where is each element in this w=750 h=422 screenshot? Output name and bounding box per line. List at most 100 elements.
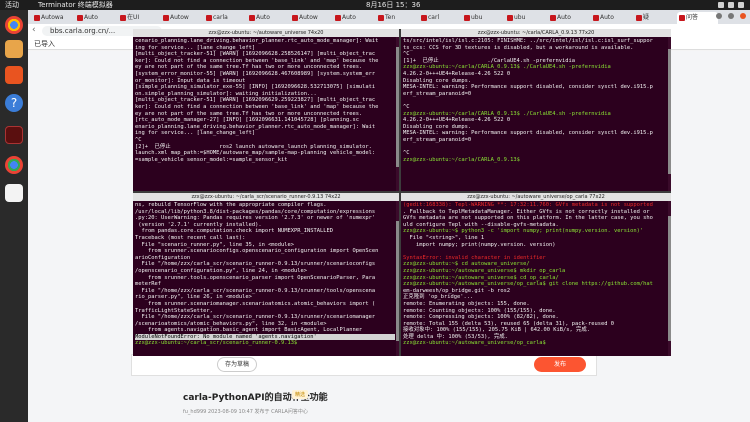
tab-label: Autow xyxy=(170,14,189,21)
chrome-dock-icon-2[interactable] xyxy=(5,156,23,174)
help-dock-icon[interactable]: ? xyxy=(5,94,23,112)
terminal-line: [multi_object_tracker-51] [WARN] [169209… xyxy=(135,51,376,58)
terminal-line: ts/src/intel/isl/isl.c:2105: FINISHME: .… xyxy=(403,38,653,44)
window-controls xyxy=(716,13,746,19)
terminal-line: uld configure Tepl with --disable-gvfs-m… xyxy=(403,221,559,228)
terminal-line: zzx@zzx-ubuntu:~/carla/CARLA_0.9.13$ ./C… xyxy=(403,64,611,71)
browser-tab[interactable]: carl xyxy=(419,12,460,24)
terminal-line: File "<string>", line 1 xyxy=(403,234,485,241)
terminal-line: cenario_planning.lane_driving.behavior_p… xyxy=(135,38,379,44)
terminal-line: MESA-INTEL: warning: Performance support… xyxy=(403,84,653,91)
maximize-icon[interactable] xyxy=(728,13,734,19)
terminal-line: from srunner.scenariomanager.scenarioato… xyxy=(135,300,376,307)
browser-tab[interactable]: Autow xyxy=(161,12,202,24)
browser-tab[interactable]: Auto xyxy=(333,12,374,24)
terminal-line: ns, rebuild TensorFlow with the appropri… xyxy=(135,202,327,208)
terminal-line: SyntaxError: invalid character in identi… xyxy=(403,254,546,261)
terminal-line: 4.26.2-0+++UE4+Release-4.26 522 0 xyxy=(403,70,511,77)
browser-tab[interactable]: Auto xyxy=(75,12,116,24)
terminal-pane-top-right[interactable]: zzx@zzx-ubuntu: ~/carla/CARLA_0.9.13 77x… xyxy=(401,29,671,191)
scrollbar[interactable] xyxy=(396,201,399,356)
scrollbar[interactable] xyxy=(396,37,399,191)
editor-action-bar xyxy=(131,354,597,376)
browser-tab[interactable]: Ten xyxy=(376,12,417,24)
scrollbar[interactable] xyxy=(668,37,671,191)
scrollbar[interactable] xyxy=(668,201,671,356)
tab-label: carla xyxy=(213,14,228,21)
pane-title[interactable]: zzx@zzx-ubuntu: ~/carla/CARLA_0.9.13 77x… xyxy=(401,29,671,37)
terminal-line: [2]+ 已停止 ros2 launch autoware_launch pla… xyxy=(135,143,372,150)
terminal-line: ^C xyxy=(403,51,410,58)
terminal-output[interactable]: ns, rebuild TensorFlow with the appropri… xyxy=(135,202,395,354)
software-store-dock-icon[interactable] xyxy=(5,66,23,84)
browser-tab[interactable]: 疑 xyxy=(634,12,675,24)
save-draft-button[interactable]: 存为草稿 xyxy=(217,357,257,372)
pane-title[interactable]: zzx@zzx-ubuntu: ~/autoware_universe 74x2… xyxy=(133,29,399,37)
terminal-line: ts_ccs: CCS for 3D textures is disabled,… xyxy=(403,44,634,51)
terminator-window[interactable]: zzx@zzx-ubuntu: ~/autoware_universe 74x2… xyxy=(133,29,671,356)
activities-button[interactable]: 活动 xyxy=(5,0,19,10)
browser-tab[interactable]: ubu xyxy=(505,12,546,24)
browser-tab[interactable]: 在UI xyxy=(118,12,159,24)
active-app-name[interactable]: Terminator 终端模拟器 xyxy=(38,0,113,10)
terminal-line: (gedit:168338): Tepl-WARNING **: 17:32:1… xyxy=(403,202,653,208)
text-editor-dock-icon[interactable] xyxy=(5,184,23,202)
terminal-line: ^C xyxy=(403,150,410,157)
terminal-line: or_monitor]: Input data is timeout xyxy=(135,77,246,84)
terminal-output[interactable]: ts/src/intel/isl/isl.c:2105: FINISHME: .… xyxy=(403,38,667,189)
terminal-line: ing for service... [lane_change_left] xyxy=(135,130,256,137)
browser-tab[interactable]: ubu xyxy=(462,12,503,24)
terminal-line: meterRef xyxy=(135,281,161,288)
browser-tab[interactable]: Auto xyxy=(247,12,288,24)
system-tray[interactable] xyxy=(718,2,744,8)
terminal-line: zzx@zzx-ubuntu:~/autoware_universe/op_ca… xyxy=(403,281,653,288)
browser-tab[interactable]: Auto xyxy=(548,12,589,24)
pane-title[interactable]: zzx@zzx-ubuntu: ~/autoware_universe/op_c… xyxy=(401,193,671,201)
terminal-line: File "scenario_runner.py", line 35, in <… xyxy=(135,241,295,248)
terminal-line: zzx@zzx-ubuntu:~/autoware_universe$ cd o… xyxy=(403,274,559,281)
terminal-line: zzx@zzx-ubuntu:~/carla/CARLA_0.9.13$ xyxy=(403,156,524,163)
minimize-icon[interactable] xyxy=(716,13,722,19)
bookmark-imported[interactable]: 已导入 xyxy=(34,39,55,49)
terminal-line: enario_planning.lane_driving.behavior_pl… xyxy=(135,123,376,130)
terminal-line: . Fallback to TeplMetadataManager. Eithe… xyxy=(403,208,650,215)
tab-favicon-icon xyxy=(550,15,556,21)
terminal-line: [system_error_monitor-55] [WARN] [169209… xyxy=(135,70,376,77)
terminal-pane-bottom-left[interactable]: zzx@zzx-ubuntu: ~/carla_scr/scenario_run… xyxy=(133,193,399,356)
terminal-line: zzx@zzx-ubuntu:~/autoware_universe/op_ca… xyxy=(403,340,550,347)
close-icon[interactable] xyxy=(740,13,746,19)
browser-tab[interactable]: carla xyxy=(204,12,245,24)
browser-tab[interactable]: Autow xyxy=(290,12,331,24)
terminal-line: zzx@zzx-ubuntu:~/carla_scr/scenario_runn… xyxy=(135,340,301,347)
terminal-pane-bottom-right[interactable]: zzx@zzx-ubuntu: ~/autoware_universe/op_c… xyxy=(401,193,671,356)
terminal-dock-icon[interactable] xyxy=(5,126,23,144)
tab-favicon-icon xyxy=(206,15,212,21)
tab-label: Auto xyxy=(342,14,356,21)
browser-tab[interactable]: 问答 xyxy=(677,12,718,24)
chrome-dock-icon[interactable] xyxy=(5,16,23,34)
terminal-pane-top-left[interactable]: zzx@zzx-ubuntu: ~/autoware_universe 74x2… xyxy=(133,29,399,191)
terminal-line: GVfs metadata are not supported on this … xyxy=(403,215,653,222)
terminal-line: 正克隆到 'op_bridge'... xyxy=(403,294,474,301)
terminal-line: TrafficLightStateSetter, xyxy=(135,307,213,314)
terminal-line: erf_stream_paranoid=0 xyxy=(403,136,472,143)
terminal-line: remote: Compressing objects: 100% (82/82… xyxy=(403,314,559,321)
network-icon xyxy=(718,2,724,8)
terminal-line: from srunner.scenarioconfigs.openscenari… xyxy=(135,248,379,255)
tab-label: 疑 xyxy=(643,14,650,21)
terminal-line: launch.xml map_path:=$HOME/autoware_map/… xyxy=(135,150,376,157)
pane-title[interactable]: zzx@zzx-ubuntu: ~/carla_scr/scenario_run… xyxy=(133,193,399,201)
tab-favicon-icon xyxy=(679,15,685,21)
back-arrow-icon[interactable]: ‹ xyxy=(32,25,36,35)
files-dock-icon[interactable] xyxy=(5,40,23,58)
clock[interactable]: 8月16日 15：36 xyxy=(366,0,420,10)
publish-button[interactable]: 发布 xyxy=(534,357,586,372)
power-icon xyxy=(738,2,744,8)
browser-tab[interactable]: Autowa xyxy=(32,12,73,24)
terminal-line: File "/home/zzx/carla_scr/scenario_runne… xyxy=(135,261,376,268)
terminal-line: /openscenario_configuration.py", line 24… xyxy=(135,267,308,274)
browser-tab[interactable]: Auto xyxy=(591,12,632,24)
terminal-output[interactable]: cenario_planning.lane_driving.behavior_p… xyxy=(135,38,395,189)
terminal-output[interactable]: (gedit:168338): Tepl-WARNING **: 17:32:1… xyxy=(403,202,667,354)
